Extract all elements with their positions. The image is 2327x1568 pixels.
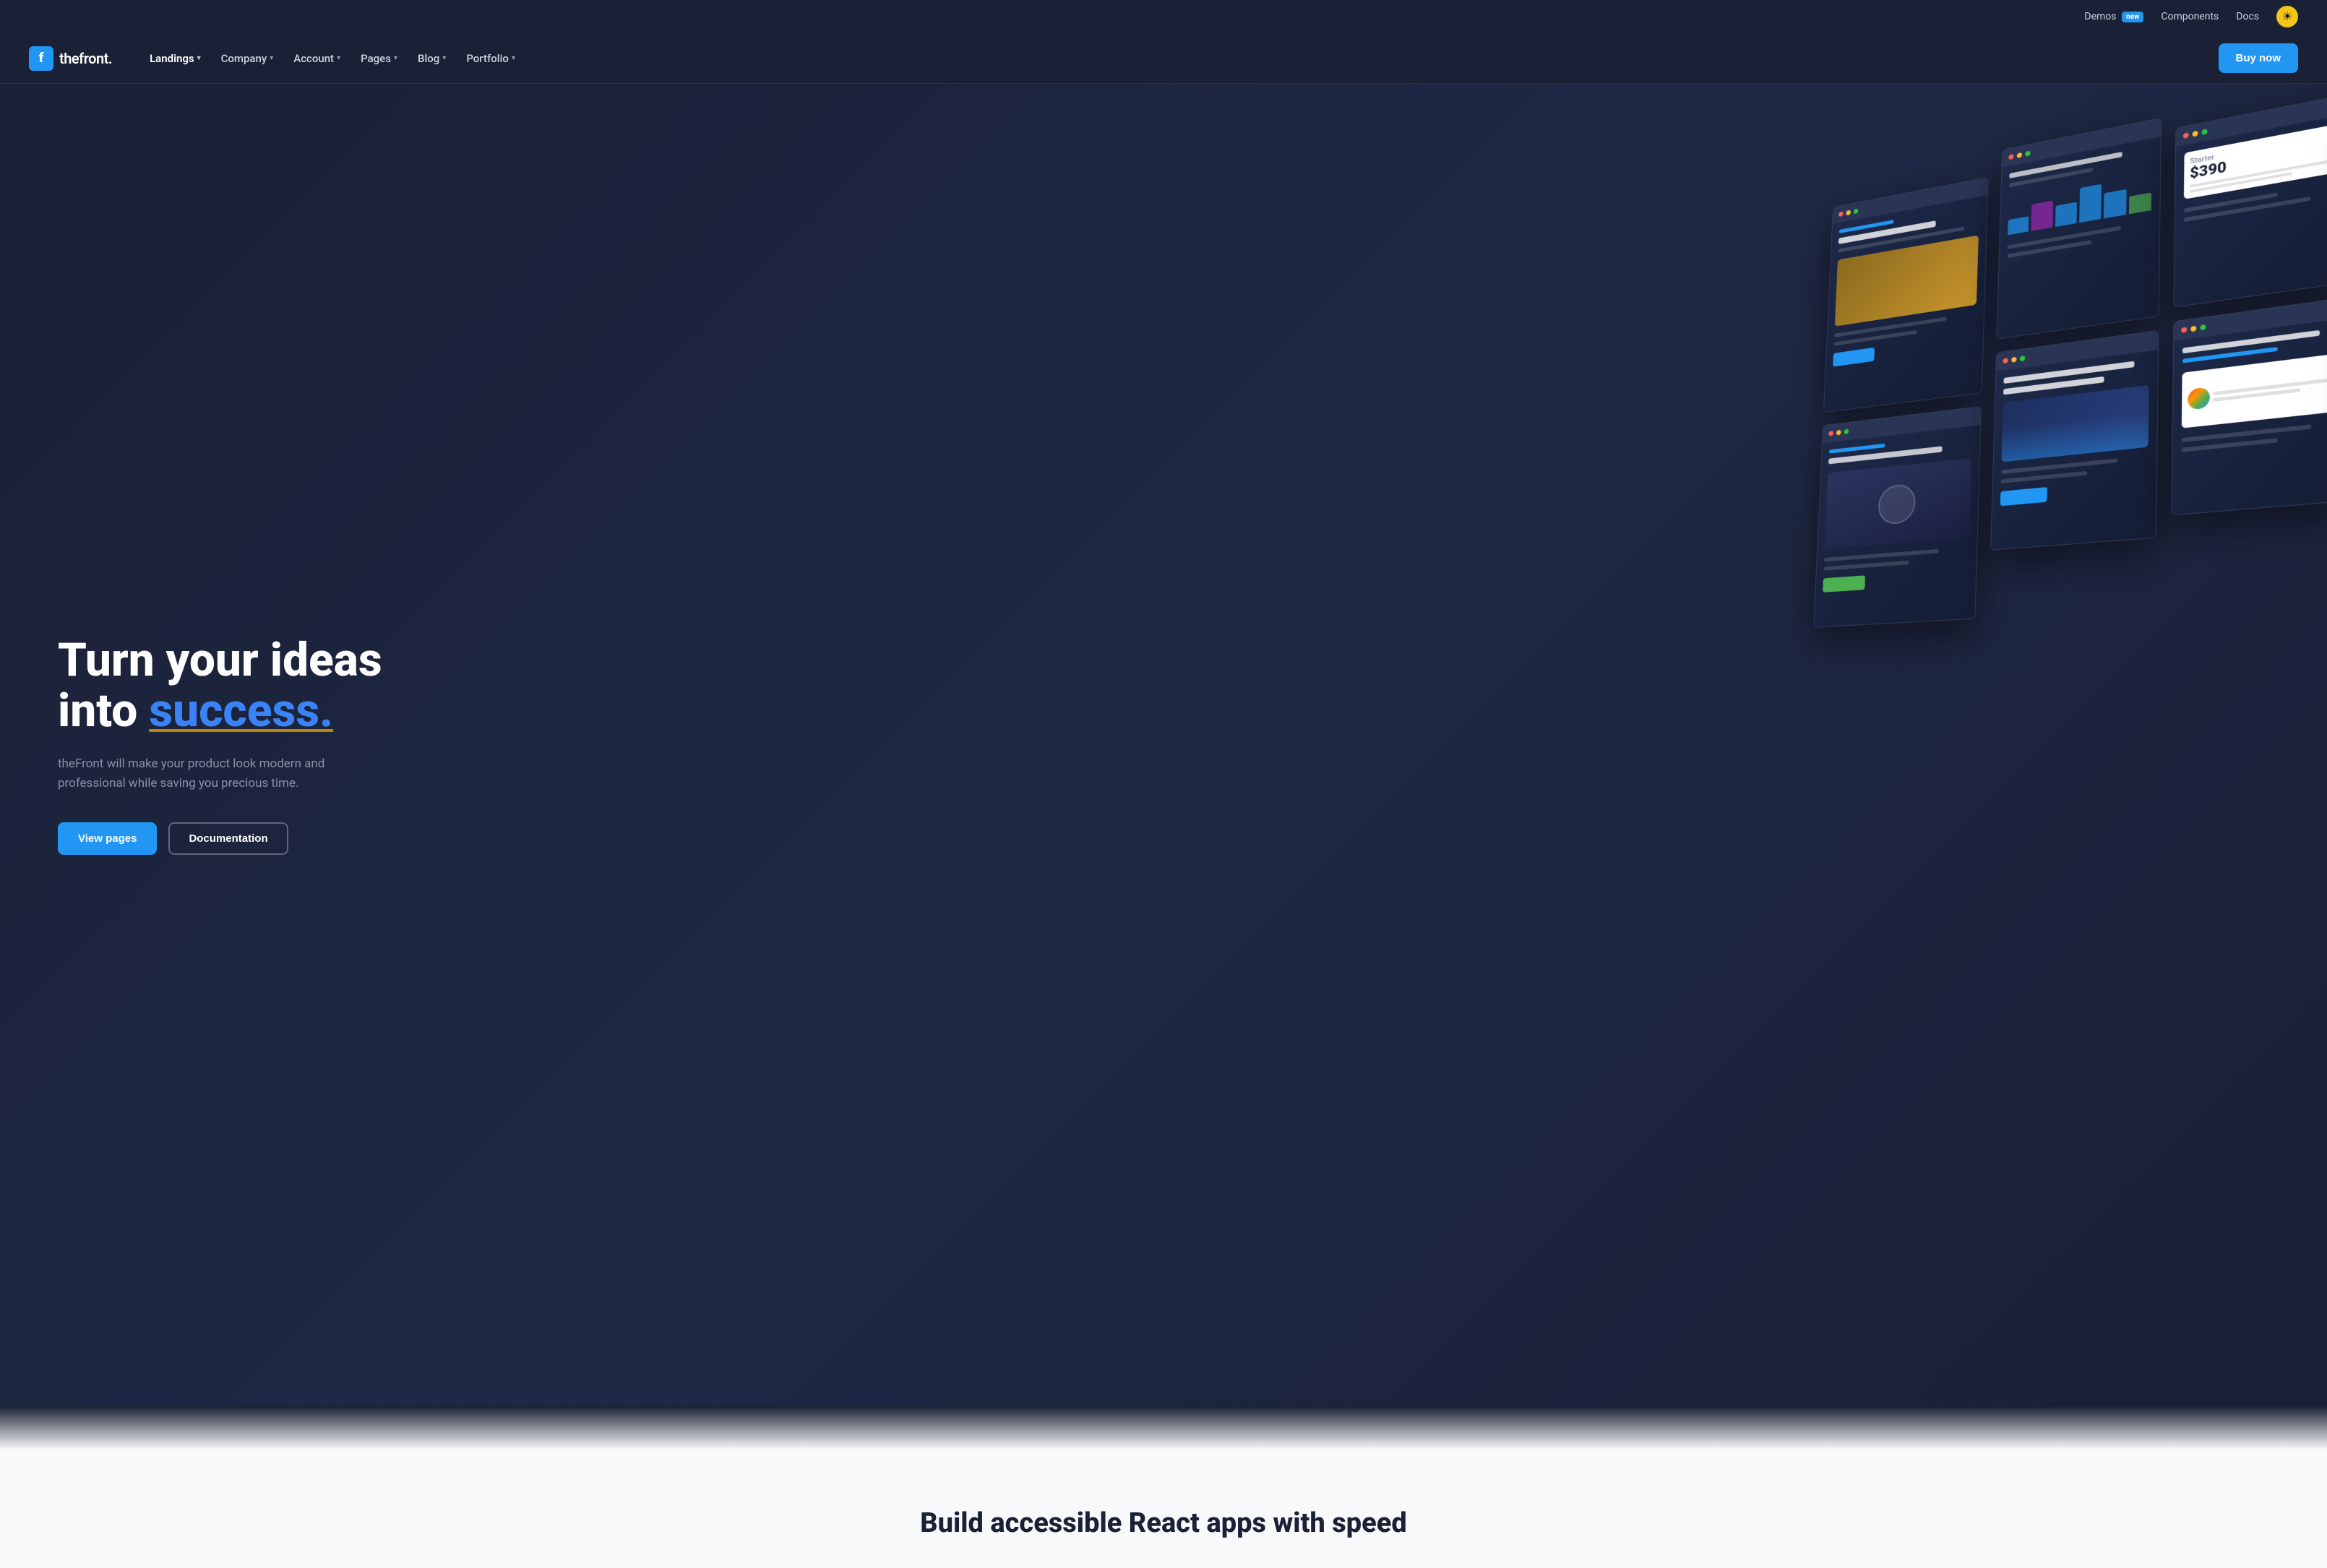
chevron-down-icon: ▾	[442, 54, 446, 62]
nav-links: Landings ▾ Company ▾ Account ▾ Pages ▾ B…	[141, 46, 2218, 71]
chevron-down-icon: ▾	[512, 54, 515, 62]
bottom-section: Build accessible React apps with speed	[0, 1449, 2327, 1568]
mockup-card-6	[2171, 296, 2327, 516]
demos-link[interactable]: Demos new	[2084, 11, 2143, 22]
docs-label: Docs	[2236, 11, 2259, 22]
hero-section: Turn your ideas into success. theFront w…	[0, 84, 2327, 1406]
mockup-card-5	[1990, 330, 2159, 551]
new-badge: new	[2122, 12, 2143, 22]
logo-text: thefront.	[59, 50, 112, 67]
nav-label-landings: Landings	[150, 52, 194, 65]
nav-label-company: Company	[221, 52, 267, 65]
nav-label-blog: Blog	[418, 52, 439, 65]
section-transition	[0, 1406, 2327, 1449]
nav-right: Buy now	[2219, 43, 2299, 73]
nav-item-portfolio[interactable]: Portfolio ▾	[457, 46, 524, 71]
hero-title-line1: Turn your ideas	[58, 633, 382, 687]
components-link[interactable]: Components	[2161, 11, 2219, 22]
buy-now-button[interactable]: Buy now	[2219, 43, 2299, 73]
sun-icon: ☀	[2282, 9, 2292, 24]
hero-title-line2-prefix: into	[58, 684, 149, 738]
logo-icon: f	[29, 46, 53, 71]
nav-item-company[interactable]: Company ▾	[212, 46, 283, 71]
nav-label-account: Account	[293, 52, 334, 65]
top-utility-bar: Demos new Components Docs ☀	[0, 0, 2327, 33]
nav-label-pages: Pages	[361, 52, 391, 65]
mockup-card-1	[1823, 177, 1989, 413]
chevron-down-icon: ▾	[270, 54, 273, 62]
mockup-card-3: Starter $390	[2174, 92, 2327, 307]
chevron-down-icon: ▾	[197, 54, 201, 62]
mockup-grid: Starter $390	[1723, 84, 2327, 1406]
bottom-title: Build accessible React apps with speed	[29, 1507, 2298, 1539]
mockup-card-2	[1997, 118, 2162, 340]
nav-label-portfolio: Portfolio	[466, 52, 509, 65]
documentation-button[interactable]: Documentation	[168, 822, 288, 855]
nav-item-account[interactable]: Account ▾	[285, 46, 349, 71]
hero-title: Turn your ideas into success.	[58, 635, 434, 737]
hero-visuals: Starter $390	[1720, 84, 2327, 1406]
chevron-down-icon: ▾	[394, 54, 397, 62]
docs-link[interactable]: Docs	[2236, 11, 2259, 22]
theme-toggle-button[interactable]: ☀	[2276, 6, 2298, 27]
hero-buttons: View pages Documentation	[58, 822, 434, 855]
nav-item-blog[interactable]: Blog ▾	[409, 46, 455, 71]
main-navbar: f thefront. Landings ▾ Company ▾ Account…	[0, 33, 2327, 84]
demos-label: Demos	[2084, 11, 2116, 22]
hero-title-accent: success.	[149, 684, 333, 738]
chevron-down-icon: ▾	[337, 54, 340, 62]
hero-subtitle: theFront will make your product look mod…	[58, 754, 361, 793]
nav-item-landings[interactable]: Landings ▾	[141, 46, 210, 71]
nav-item-pages[interactable]: Pages ▾	[352, 46, 406, 71]
logo[interactable]: f thefront.	[29, 46, 112, 71]
components-label: Components	[2161, 11, 2219, 22]
hero-content: Turn your ideas into success. theFront w…	[58, 635, 434, 855]
view-pages-button[interactable]: View pages	[58, 822, 157, 855]
mockup-card-4	[1813, 406, 1982, 628]
